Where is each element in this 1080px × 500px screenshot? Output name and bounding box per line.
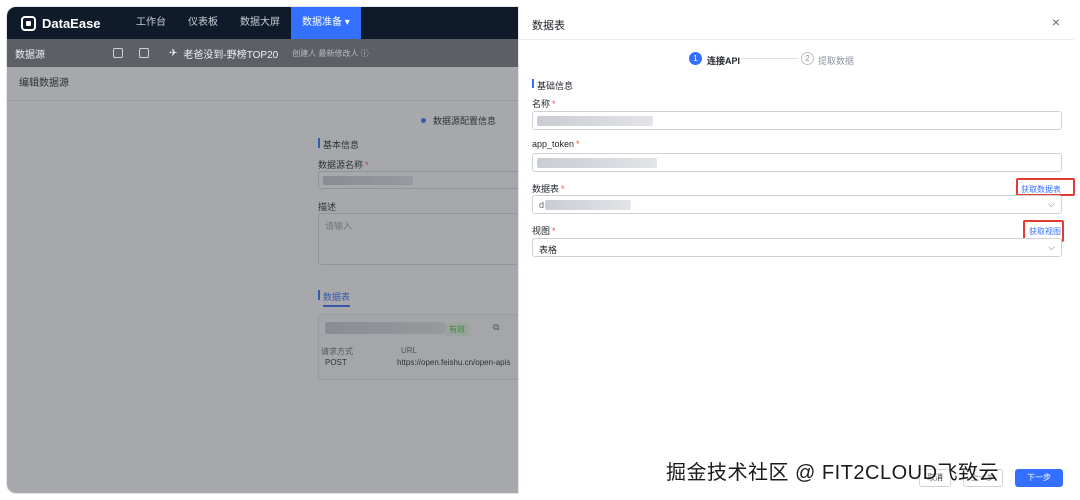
redacted-value	[537, 116, 653, 126]
plane-icon: ✈	[169, 47, 178, 59]
datasource-doc[interactable]: ✈ 老爸没到-野榜TOP20 创建人 最新修改人 ⓘ	[169, 46, 369, 61]
redacted-value	[537, 158, 657, 168]
step-1-label: 连接API	[707, 56, 741, 66]
basic-info-heading: 基础信息	[537, 81, 574, 91]
name-input[interactable]	[532, 111, 1062, 130]
modal-overlay[interactable]	[7, 67, 519, 493]
step-2-label: 提取数据	[818, 56, 855, 66]
table-label: 数据表 *	[532, 184, 565, 194]
redacted-value	[545, 200, 631, 210]
highlight-box	[1016, 178, 1075, 196]
datatable-drawer: 数据表 × 1 连接API 2 提取数据 基础信息 名称 * app_token *…	[518, 6, 1075, 494]
app-logo[interactable]: DataEase	[7, 15, 125, 31]
datasource-name: 老爸没到-野榜TOP20	[183, 49, 279, 61]
nav-screen[interactable]: 数据大屏	[229, 7, 291, 39]
new-folder-icon[interactable]	[113, 48, 123, 58]
next-step-button[interactable]: 下一步	[1015, 469, 1063, 487]
step-connector	[741, 58, 799, 59]
app-token-input[interactable]	[532, 153, 1062, 172]
nav-data-prep[interactable]: 数据准备 ▾	[291, 7, 361, 39]
table-select[interactable]: d ⌵	[532, 195, 1062, 214]
nav-dashboard[interactable]: 仪表板	[177, 7, 229, 39]
name-label: 名称 *	[532, 99, 556, 109]
close-icon[interactable]: ×	[1052, 14, 1060, 30]
view-label: 视图 *	[532, 226, 556, 236]
datasource-section-title: 数据源	[15, 49, 45, 61]
table-select-prefix: d	[539, 200, 545, 210]
step-1-icon: 1	[689, 52, 702, 65]
dataease-logo-icon	[21, 15, 36, 31]
drawer-divider	[519, 39, 1074, 40]
new-datasource-icon[interactable]	[139, 48, 149, 58]
view-select[interactable]: 表格 ⌵	[532, 238, 1062, 257]
watermark: 掘金技术社区 @ FIT2CLOUD飞致云	[666, 462, 1000, 484]
logo-text: DataEase	[42, 15, 101, 31]
view-select-value: 表格	[539, 245, 558, 255]
chevron-down-icon: ⌵	[1048, 242, 1055, 252]
datasource-meta: 创建人 最新修改人 ⓘ	[292, 48, 369, 58]
nav-workbench[interactable]: 工作台	[125, 7, 177, 39]
chevron-down-icon: ⌵	[1048, 199, 1055, 209]
app-token-label: app_token *	[532, 139, 580, 149]
section-marker	[532, 79, 534, 88]
drawer-title: 数据表	[532, 20, 565, 32]
step-2-icon: 2	[801, 52, 814, 65]
